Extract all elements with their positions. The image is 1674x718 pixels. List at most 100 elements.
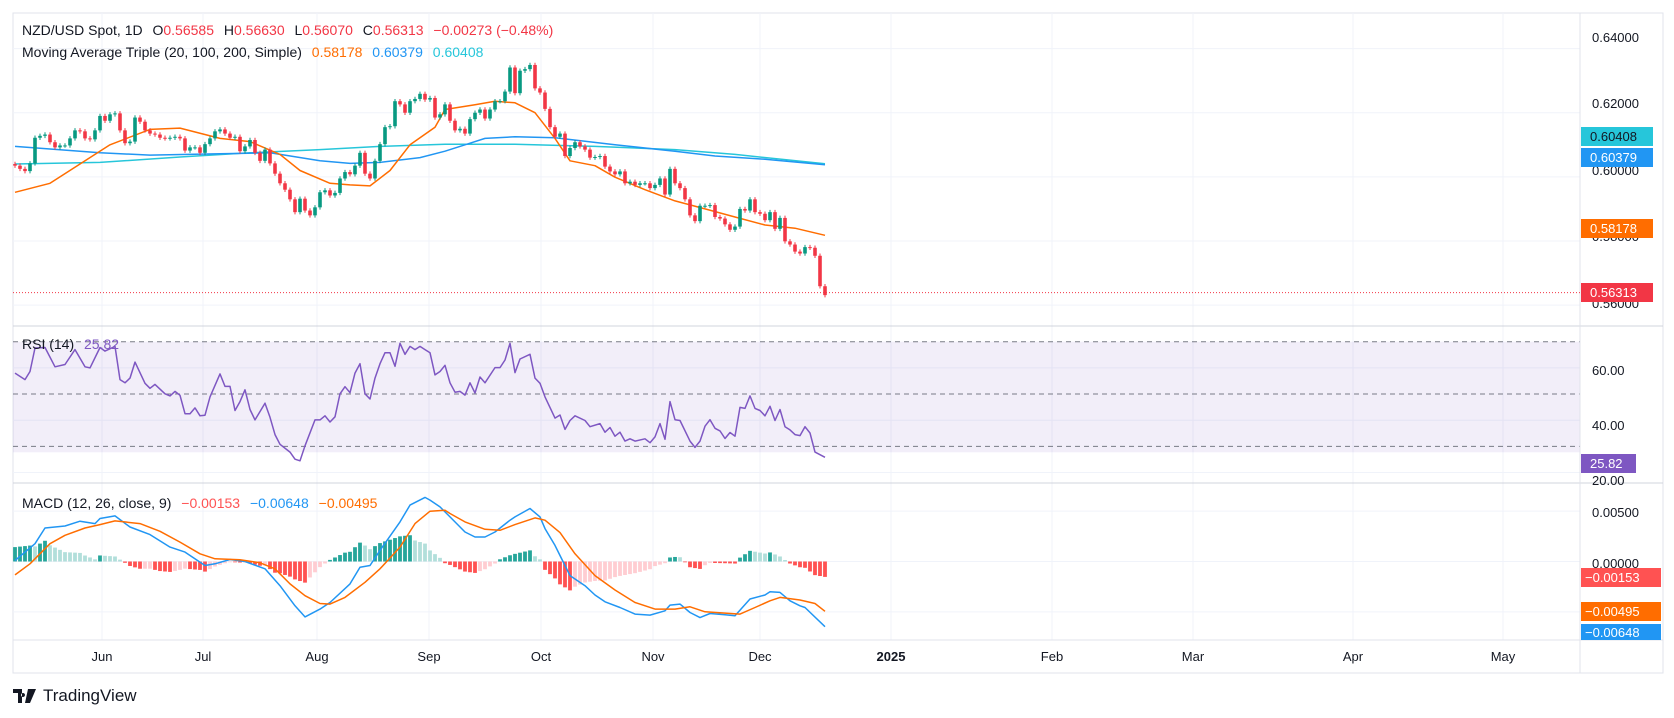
macd-legend[interactable]: MACD (12, 26, close, 9) −0.00153 −0.0064… — [22, 495, 383, 511]
candle-body — [183, 138, 187, 151]
candle-body — [738, 208, 742, 227]
open-label: O — [152, 22, 164, 38]
macd-histogram-bar — [458, 561, 462, 570]
candle-body — [568, 148, 572, 157]
candle-body — [23, 168, 27, 172]
macd-histogram-bar — [713, 561, 717, 563]
svg-text:0.60379: 0.60379 — [1590, 150, 1637, 165]
svg-text:0.60408: 0.60408 — [1590, 129, 1637, 144]
candle-body — [633, 181, 637, 185]
candle-body — [488, 109, 492, 119]
ma100-value: 0.60379 — [372, 44, 423, 60]
candle-body — [353, 165, 357, 175]
candle-body — [193, 147, 197, 149]
macd-histogram-bar — [638, 561, 642, 572]
macd-histogram-bar — [233, 561, 237, 563]
candle-body — [13, 164, 17, 166]
svg-text:0.58178: 0.58178 — [1590, 221, 1637, 236]
candle-body — [173, 136, 177, 138]
candle-body — [618, 171, 622, 175]
candle-body — [293, 199, 297, 213]
open-value: 0.56585 — [163, 22, 214, 38]
candle-body — [233, 136, 237, 138]
low-value: 0.56070 — [302, 22, 353, 38]
macd-histogram-bar — [673, 556, 677, 562]
candle-body — [63, 145, 67, 147]
candle-body — [598, 156, 602, 158]
candle-body — [448, 104, 452, 121]
macd-histogram-bar — [438, 557, 442, 562]
macd-histogram-bar — [648, 561, 652, 570]
macd-histogram-bar — [178, 561, 182, 570]
macd-histogram-bar — [463, 561, 467, 572]
time-tick: Aug — [305, 649, 328, 664]
macd-histogram-bar — [538, 559, 542, 562]
macd-histogram-bar — [143, 561, 147, 569]
candle-body — [363, 152, 367, 174]
rsi-legend[interactable]: RSI (14) 25.82 — [22, 336, 125, 352]
candle-body — [588, 149, 592, 158]
macd-histogram-bar — [528, 550, 532, 562]
macd-histogram-bar — [83, 555, 87, 562]
macd-histogram-bar — [338, 555, 342, 562]
macd-histogram-bar — [158, 561, 162, 572]
svg-text:25.82: 25.82 — [1590, 456, 1623, 471]
macd-histogram-bar — [363, 545, 367, 562]
candle-body — [508, 67, 512, 92]
macd-hist-box: −0.00153 — [1581, 568, 1661, 587]
price-tick: 0.62000 — [1592, 96, 1639, 111]
macd-histogram-bar — [168, 561, 172, 572]
candle-body — [483, 109, 487, 119]
candle-body — [158, 134, 162, 138]
time-tick: May — [1491, 649, 1516, 664]
macd-histogram-bar — [743, 554, 747, 562]
macd-histogram-bar — [728, 561, 732, 564]
macd-histogram-bar — [428, 550, 432, 562]
candle-body — [733, 226, 737, 230]
macd-histogram-bar — [193, 561, 197, 570]
candle-body — [528, 64, 532, 70]
macd-histogram-bar — [778, 556, 782, 562]
candle-body — [553, 127, 557, 137]
macd-histogram-bar — [693, 561, 697, 569]
macd-histogram-bar — [88, 557, 92, 562]
macd-histogram-bar — [138, 561, 142, 569]
candle-body — [343, 172, 347, 179]
svg-text:−0.00153: −0.00153 — [1585, 570, 1640, 585]
rsi-tick: 40.00 — [1592, 418, 1625, 433]
candle-body — [788, 241, 792, 245]
macd-histogram-bar — [68, 552, 72, 562]
candle-body — [503, 91, 507, 102]
tradingview-logo[interactable]: TradingView — [13, 686, 137, 706]
candle-body — [418, 93, 422, 99]
candle-body — [713, 205, 717, 217]
macd-histogram-bar — [653, 561, 657, 567]
candle-body — [108, 114, 112, 121]
macd-histogram-bar — [413, 540, 417, 562]
symbol-legend[interactable]: NZD/USD Spot, 1D O0.56585 H0.56630 L0.56… — [22, 22, 559, 38]
candle-body — [38, 135, 42, 138]
time-tick: Dec — [748, 649, 772, 664]
rsi-band — [13, 341, 1580, 453]
macd-signal-box: −0.00495 — [1581, 602, 1661, 621]
ma-legend[interactable]: Moving Average Triple (20, 100, 200, Sim… — [22, 44, 489, 60]
candle-body — [368, 173, 372, 179]
macd-line-value: −0.00648 — [249, 495, 309, 511]
candle-body — [298, 198, 302, 213]
macd-histogram-bar — [553, 561, 557, 579]
rsi-tick: 60.00 — [1592, 363, 1625, 378]
candle-body — [273, 163, 277, 174]
time-tick: Jun — [92, 649, 113, 664]
chart-canvas[interactable]: 0.64000 0.62000 0.60000 0.58000 0.56000 … — [0, 0, 1674, 718]
candle-body — [308, 210, 312, 216]
macd-histogram-bar — [808, 561, 812, 572]
macd-histogram-bar — [823, 561, 827, 577]
candle-body — [163, 137, 167, 139]
macd-histogram-bar — [548, 561, 552, 575]
candle-body — [83, 131, 87, 139]
candle-body — [773, 212, 777, 229]
candle-body — [48, 134, 52, 143]
candle-body — [808, 247, 812, 249]
candle-body — [783, 217, 787, 242]
candle-body — [398, 101, 402, 105]
